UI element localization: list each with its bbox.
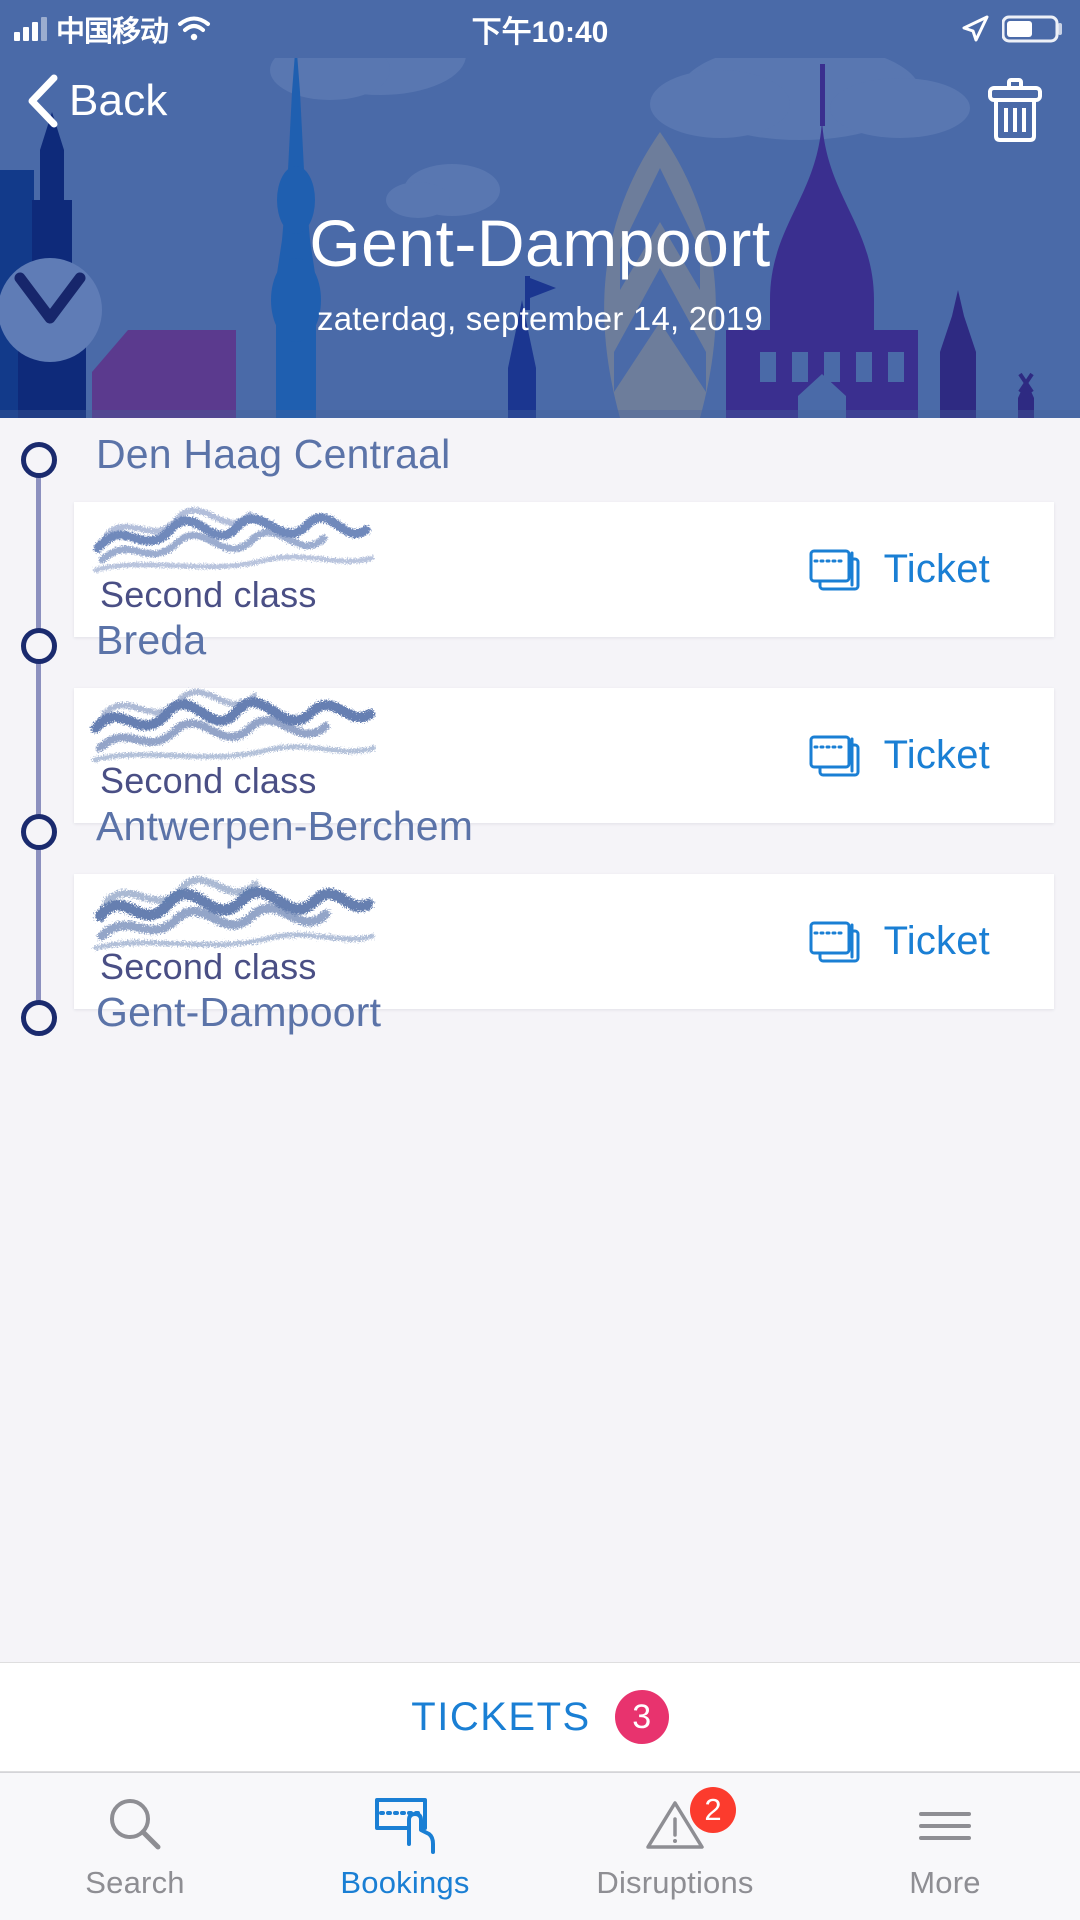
tickets-bar-label: TICKETS bbox=[411, 1694, 591, 1739]
chevron-left-icon bbox=[28, 74, 58, 128]
tab-bookings-label: Bookings bbox=[340, 1864, 470, 1900]
timeline-dot bbox=[21, 814, 57, 850]
timeline-connector bbox=[36, 454, 41, 1014]
stop-name: Gent-Dampoort bbox=[96, 989, 382, 1035]
tab-more-label: More bbox=[909, 1864, 981, 1900]
timeline-dot bbox=[21, 628, 57, 664]
location-arrow-icon bbox=[962, 15, 989, 42]
stop-name: Antwerpen-Berchem bbox=[96, 803, 474, 849]
passenger-name-redacted bbox=[91, 689, 720, 763]
timeline-dot bbox=[21, 1000, 57, 1036]
ticket-hand-icon bbox=[375, 1797, 435, 1854]
trash-icon bbox=[988, 78, 1042, 142]
delete-booking-button[interactable] bbox=[986, 78, 1044, 147]
page-title: Gent-Dampoort bbox=[309, 206, 771, 280]
warning-triangle-icon-wrap: 2 bbox=[644, 1786, 736, 1855]
stop-name: Den Haag Centraal bbox=[96, 431, 451, 477]
journey-list: Den Haag Centraal Second class Ticket Br… bbox=[0, 418, 1080, 1650]
ticket-link-label: Ticket bbox=[883, 547, 990, 591]
tab-search-label: Search bbox=[85, 1864, 185, 1900]
bottom-tab-bar: Search Bookings 2 Disruptions More bbox=[0, 1772, 1080, 1920]
page-subtitle: zaterdag, september 14, 2019 bbox=[317, 300, 763, 337]
app-screen: Back Gent-Dampoort zaterdag, september 1… bbox=[0, 0, 1080, 1920]
ticket-class-label: Second class bbox=[100, 574, 317, 615]
tab-more[interactable]: More bbox=[810, 1773, 1080, 1920]
passenger-name-redacted bbox=[93, 507, 720, 573]
ticket-card-text: Second class bbox=[91, 689, 720, 802]
passenger-name-redacted bbox=[93, 876, 720, 951]
status-bar-right bbox=[960, 0, 1064, 58]
ticket-stack-icon bbox=[809, 735, 860, 776]
status-bar-center: 下午10:40 bbox=[0, 0, 1080, 58]
ticket-class-label: Second class bbox=[100, 946, 317, 987]
ticket-card[interactable]: Second class Ticket bbox=[74, 502, 1054, 637]
stop-name: Breda bbox=[96, 617, 207, 663]
ticket-hand-icon-wrap bbox=[371, 1793, 439, 1855]
ticket-link[interactable]: Ticket bbox=[808, 688, 990, 823]
ticket-class-label: Second class bbox=[100, 760, 317, 801]
clock-label: 下午10:40 bbox=[471, 16, 609, 49]
ticket-card-text: Second class bbox=[93, 507, 720, 616]
header-hero: Back Gent-Dampoort zaterdag, september 1… bbox=[0, 0, 1080, 418]
tickets-count-badge: 3 bbox=[614, 1690, 669, 1744]
ticket-link-label: Ticket bbox=[883, 733, 990, 777]
ticket-link[interactable]: Ticket bbox=[808, 874, 990, 1009]
tab-disruptions[interactable]: 2 Disruptions bbox=[540, 1773, 810, 1920]
tab-bookings[interactable]: Bookings bbox=[270, 1773, 540, 1920]
tab-search[interactable]: Search bbox=[0, 1773, 270, 1920]
back-button-label: Back bbox=[69, 76, 168, 125]
search-icon-wrap bbox=[106, 1793, 164, 1855]
hamburger-menu-icon bbox=[919, 1811, 971, 1840]
disruptions-count-badge: 2 bbox=[690, 1786, 736, 1833]
status-bar: 中国移动 下午10:40 bbox=[0, 0, 1080, 58]
ticket-card-text: Second class bbox=[93, 876, 720, 988]
back-button[interactable]: Back bbox=[24, 72, 168, 130]
tickets-bar-button[interactable]: TICKETS 3 bbox=[0, 1662, 1080, 1772]
header-action-bar: Back bbox=[0, 58, 1080, 154]
search-icon bbox=[110, 1798, 161, 1849]
ticket-link-label: Ticket bbox=[883, 919, 990, 963]
ticket-stack-icon bbox=[809, 549, 860, 590]
hamburger-menu-icon-wrap bbox=[915, 1793, 975, 1855]
tab-disruptions-label: Disruptions bbox=[596, 1864, 754, 1900]
timeline-dot bbox=[21, 442, 57, 478]
battery-icon bbox=[1002, 15, 1062, 43]
ticket-stack-icon bbox=[809, 921, 860, 962]
ticket-link[interactable]: Ticket bbox=[808, 502, 990, 637]
